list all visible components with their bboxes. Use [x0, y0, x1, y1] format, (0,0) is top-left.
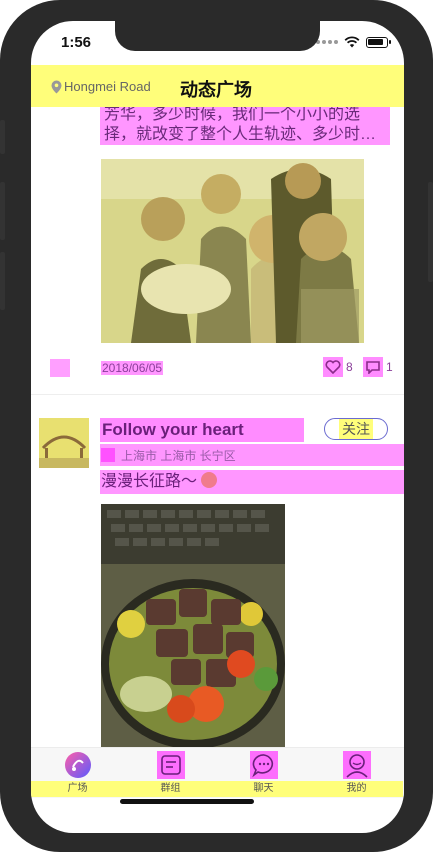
- tab-bar: 广场 群组 聊天 我的: [31, 747, 404, 798]
- mute-switch: [0, 120, 5, 154]
- location-pin-icon: [101, 448, 115, 462]
- tab-label: 聊天: [217, 781, 310, 797]
- volume-up-button: [0, 182, 5, 240]
- post-location: 上海市 上海市 长宁区: [100, 444, 404, 466]
- location-label: Hongmei Road: [64, 79, 151, 94]
- home-indicator[interactable]: [120, 799, 254, 804]
- tab-label: 广场: [31, 781, 124, 797]
- location-button[interactable]: Hongmei Road: [51, 79, 151, 94]
- follow-button[interactable]: 关注: [324, 418, 388, 440]
- comment-icon: [363, 357, 383, 377]
- location-pin-icon: [51, 80, 62, 93]
- screen: 1:56 Hongmei Road 动态广场 芳华，多少时候，我们一个小小的选择…: [31, 21, 404, 833]
- post-photo[interactable]: [101, 504, 285, 747]
- battery-icon: [366, 36, 391, 48]
- post-address: 上海市 上海市 长宁区: [121, 448, 236, 463]
- username[interactable]: Follow your heart: [100, 418, 304, 442]
- plaza-icon: [65, 752, 91, 778]
- tab-profile[interactable]: 我的: [310, 748, 403, 798]
- tab-label: 我的: [310, 781, 403, 797]
- volume-down-button: [0, 252, 5, 310]
- profile-icon: [343, 751, 371, 779]
- feed-list[interactable]: 芳华，多少时候，我们一个小小的选择，就改变了整个人生轨迹、多少时… 2018/0…: [31, 107, 404, 747]
- chat-icon: [250, 751, 278, 779]
- heart-icon: [323, 357, 343, 377]
- tab-plaza[interactable]: 广场: [31, 748, 124, 798]
- post-photo[interactable]: [101, 159, 364, 343]
- frown-emoji-icon: [201, 472, 218, 488]
- comment-button[interactable]: 1: [363, 357, 393, 377]
- post-text[interactable]: 漫漫长征路～: [100, 470, 404, 494]
- follow-label: 关注: [339, 419, 373, 439]
- tab-group[interactable]: 群组: [124, 748, 217, 798]
- signal-icon: [316, 40, 338, 44]
- notch: [115, 21, 320, 51]
- tab-label: 群组: [124, 781, 217, 797]
- avatar[interactable]: [39, 418, 89, 468]
- nav-header: Hongmei Road 动态广场: [31, 65, 404, 107]
- like-count: 8: [346, 360, 353, 374]
- power-button: [428, 182, 433, 282]
- more-icon[interactable]: [50, 359, 70, 377]
- status-time: 1:56: [61, 34, 92, 51]
- post-text[interactable]: 芳华，多少时候，我们一个小小的选择，就改变了整个人生轨迹、多少时…: [100, 107, 390, 145]
- group-icon: [157, 751, 185, 779]
- post-date: 2018/06/05: [101, 361, 164, 375]
- page-title: 动态广场: [180, 80, 252, 100]
- tab-chat[interactable]: 聊天: [217, 748, 310, 798]
- divider: [31, 394, 404, 395]
- comment-count: 1: [386, 360, 393, 374]
- wifi-icon: [344, 36, 360, 48]
- post-meta: 2018/06/05 8 1: [31, 357, 404, 381]
- like-button[interactable]: 8: [323, 357, 353, 377]
- post-text-content: 漫漫长征路～: [101, 473, 198, 490]
